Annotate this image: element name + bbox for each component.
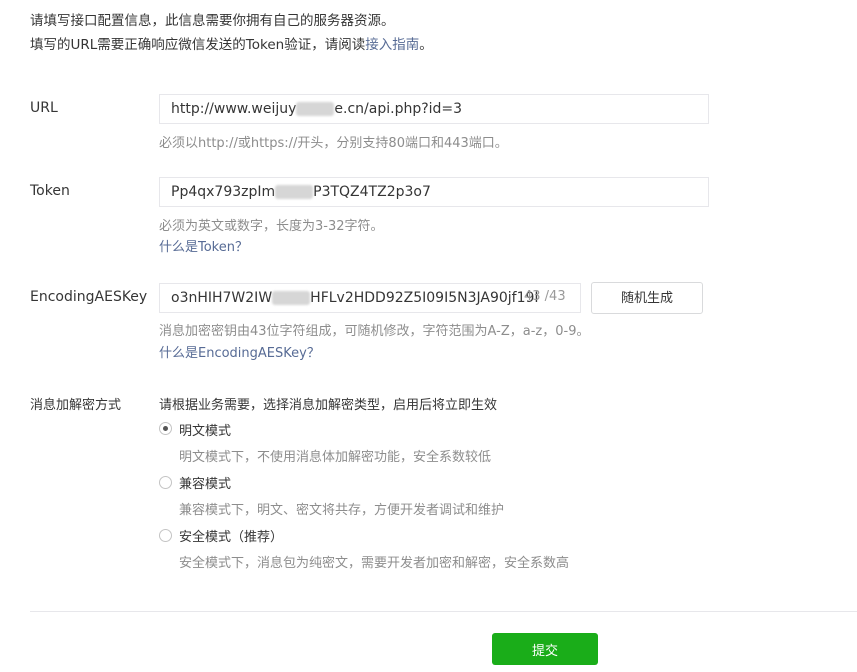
token-input[interactable]: Pp4qx793zpIm P3TQZ4TZ2p3o7	[159, 177, 709, 207]
intro-line-2-text: 填写的URL需要正确响应微信发送的Token验证，请阅读	[30, 37, 366, 53]
access-guide-link[interactable]: 接入指南	[365, 37, 419, 53]
redacted-mask	[275, 185, 314, 199]
submit-button[interactable]: 提交	[492, 633, 598, 665]
radio-plaintext-mode[interactable]	[159, 422, 172, 435]
radio-secure-mode[interactable]	[159, 529, 172, 542]
url-hint: 必须以http://或https://开头，分别支持80端口和443端口。	[159, 136, 508, 151]
token-label: Token	[30, 183, 70, 199]
url-value-end: e.cn/api.php?id=3	[334, 101, 463, 117]
intro-text: 请填写接口配置信息，此信息需要你拥有自己的服务器资源。 填写的URL需要正确响应…	[30, 9, 433, 57]
token-value-end: P3TQZ4TZ2p3o7	[313, 184, 431, 200]
aes-value-end: HFLv2HDD92Z5I09I5N3JA90jf19I	[310, 290, 539, 306]
divider	[30, 611, 857, 612]
url-value-start: http://www.weijuy	[171, 101, 297, 117]
plaintext-mode-desc: 明文模式下，不使用消息体加解密功能，安全系数较低	[179, 450, 492, 465]
intro-line-2-end: 。	[419, 37, 433, 53]
token-value-start: Pp4qx793zpIm	[171, 184, 276, 200]
encryption-title: 请根据业务需要，选择消息加解密类型，启用后将立即生效	[159, 398, 498, 413]
what-is-aes-link[interactable]: 什么是EncodingAESKey？	[159, 342, 320, 361]
compatible-mode-label[interactable]: 兼容模式	[179, 473, 231, 492]
aes-key-input[interactable]: o3nHIH7W2IW HFLv2HDD92Z5I09I5N3JA90jf19I	[159, 283, 581, 313]
radio-compatible-mode[interactable]	[159, 476, 172, 489]
secure-mode-desc: 安全模式下，消息包为纯密文，需要开发者加密和解密，安全系数高	[179, 556, 570, 571]
generate-key-button[interactable]: 随机生成	[591, 282, 703, 314]
secure-mode-label[interactable]: 安全模式（推荐）	[179, 526, 283, 545]
encryption-label: 消息加解密方式	[30, 398, 122, 413]
aes-hint: 消息加密密钥由43位字符组成，可随机修改，字符范围为A-Z，a-z，0-9。	[159, 324, 590, 339]
url-input[interactable]: http://www.weijuy e.cn/api.php?id=3	[159, 94, 709, 124]
url-label: URL	[30, 100, 58, 116]
redacted-mask	[272, 291, 311, 305]
plaintext-mode-label[interactable]: 明文模式	[179, 420, 231, 439]
token-hint: 必须为英文或数字，长度为3-32字符。	[159, 219, 384, 234]
what-is-token-link[interactable]: 什么是Token？	[159, 236, 248, 255]
intro-line-1: 请填写接口配置信息，此信息需要你拥有自己的服务器资源。	[30, 13, 395, 29]
intro-line-2: 填写的URL需要正确响应微信发送的Token验证，请阅读接入指南。	[30, 33, 433, 57]
redacted-mask	[296, 102, 335, 116]
compatible-mode-desc: 兼容模式下，明文、密文将共存，方便开发者调试和维护	[179, 503, 505, 518]
aes-label: EncodingAESKey	[30, 289, 148, 305]
aes-value-start: o3nHIH7W2IW	[171, 290, 273, 306]
aes-char-counter: 43 /43	[524, 289, 566, 304]
